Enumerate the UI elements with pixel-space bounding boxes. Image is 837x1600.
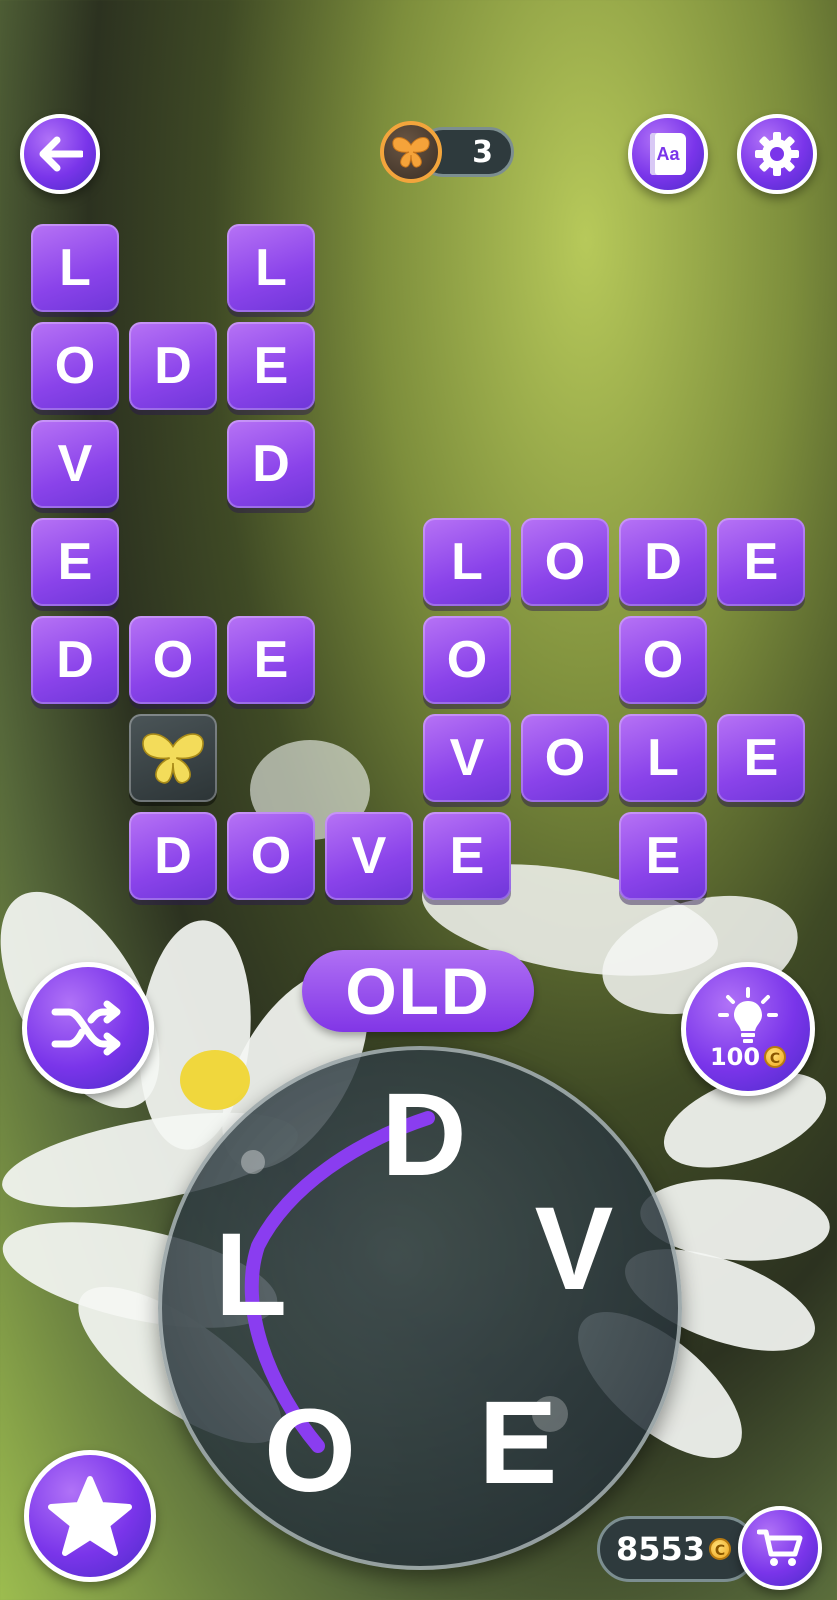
grid-tile: L	[423, 518, 511, 606]
shuffle-icon	[51, 1000, 121, 1056]
grid-tile: E	[619, 812, 707, 900]
grid-tile: O	[227, 812, 315, 900]
wheel-letter-l[interactable]: L	[186, 1209, 316, 1341]
grid-tile: O	[521, 714, 609, 802]
coin-icon: C	[709, 1538, 732, 1560]
wheel-letter-v[interactable]: V	[509, 1183, 639, 1315]
coin-balance-value: 8553	[616, 1530, 706, 1568]
grid-tile: V	[423, 714, 511, 802]
grid-tile: O	[31, 322, 119, 410]
coin-balance: 8553 C	[597, 1516, 757, 1582]
grid-tile: D	[227, 420, 315, 508]
hint-button[interactable]: 100 C	[681, 962, 815, 1096]
letter-wheel[interactable]: D L V O E	[158, 1046, 682, 1570]
grid-tile: D	[31, 616, 119, 704]
star-icon	[48, 1476, 132, 1556]
current-word: OLD	[302, 950, 534, 1032]
lightbulb-icon	[718, 987, 778, 1043]
wheel-letter-d[interactable]: D	[359, 1069, 489, 1201]
butterfly-bonus-tile	[129, 714, 217, 802]
grid-tile: L	[227, 224, 315, 312]
coin-icon: C	[764, 1046, 787, 1068]
grid-tile: O	[521, 518, 609, 606]
back-button[interactable]	[20, 114, 100, 194]
grid-tile: E	[423, 812, 511, 900]
hint-cost: 100 C	[709, 1043, 787, 1071]
grid-tile: E	[227, 322, 315, 410]
butterfly-icon	[142, 733, 204, 784]
grid-tile: E	[31, 518, 119, 606]
grid-tile: D	[129, 812, 217, 900]
shuffle-button[interactable]	[22, 962, 154, 1094]
settings-button[interactable]	[737, 114, 817, 194]
wheel-letter-e[interactable]: E	[453, 1377, 583, 1509]
hint-cost-value: 100	[709, 1043, 761, 1071]
grid-tile: E	[227, 616, 315, 704]
butterfly-icon	[380, 121, 442, 183]
wheel-letter-o[interactable]: O	[245, 1385, 375, 1517]
butterfly-counter[interactable]: 3	[380, 121, 514, 183]
star-button[interactable]	[24, 1450, 156, 1582]
grid-tile: L	[31, 224, 119, 312]
dictionary-button[interactable]: Aa	[628, 114, 708, 194]
grid-tile: V	[31, 420, 119, 508]
grid-tile: E	[717, 714, 805, 802]
grid-tile: O	[423, 616, 511, 704]
grid-tile: O	[129, 616, 217, 704]
cart-icon	[757, 1529, 803, 1566]
book-icon: Aa	[650, 133, 686, 175]
grid-tile: E	[717, 518, 805, 606]
grid-tile: V	[325, 812, 413, 900]
grid-tile: O	[619, 616, 707, 704]
grid-tile: D	[619, 518, 707, 606]
arrow-left-icon	[39, 136, 83, 172]
grid-tile: L	[619, 714, 707, 802]
gear-icon	[755, 132, 799, 176]
grid-tile: D	[129, 322, 217, 410]
dictionary-label: Aa	[656, 143, 680, 164]
shop-button[interactable]	[738, 1506, 822, 1590]
